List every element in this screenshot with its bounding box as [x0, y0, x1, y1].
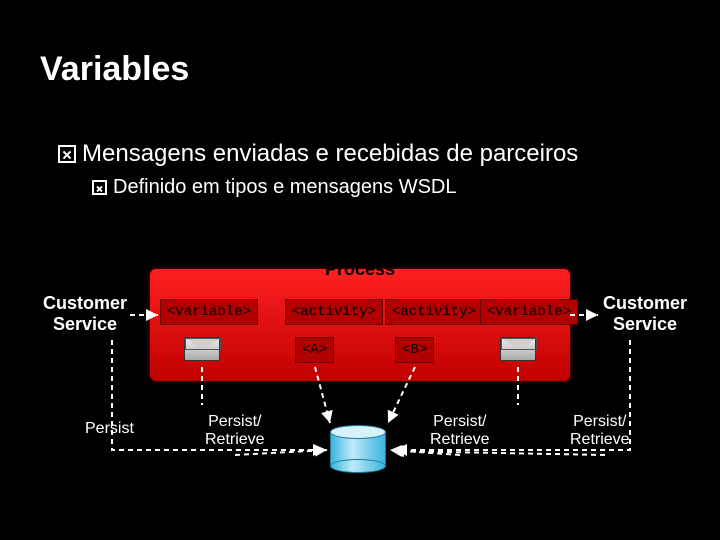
bullet-box-icon [92, 180, 107, 195]
activity-2: <activity> [385, 299, 483, 325]
customer-left: Customer Service [30, 293, 140, 334]
bullet-main-text: Mensagens enviadas e recebidas de parcei… [82, 140, 578, 168]
process-box [150, 269, 570, 381]
persist-retrieve-1: Persist/ Retrieve [205, 413, 265, 449]
bullet-box-icon [58, 145, 76, 163]
envelope-icon [500, 337, 536, 361]
activity-1: <activity> [285, 299, 383, 325]
bullet-main: Mensagens enviadas e recebidas de parcei… [58, 140, 578, 168]
persist-label: Persist [85, 420, 134, 438]
process-label: Process [150, 259, 570, 280]
database-icon [330, 425, 386, 469]
persist-retrieve-3: Persist/ Retrieve [570, 413, 630, 449]
diagram: Customer Service Customer Service Proces… [30, 255, 690, 525]
token-a: <A> [295, 337, 334, 363]
bullet-sub: Definido em tipos e mensagens WSDL [92, 176, 457, 199]
variable-1: <variable> [160, 299, 258, 325]
slide-title: Variables [40, 50, 189, 89]
persist-retrieve-2: Persist/ Retrieve [430, 413, 490, 449]
envelope-icon [184, 337, 220, 361]
token-b: <B> [395, 337, 434, 363]
bullet-sub-text: Definido em tipos e mensagens WSDL [113, 176, 457, 199]
variable-2: <variable> [480, 299, 578, 325]
customer-right: Customer Service [590, 293, 700, 334]
